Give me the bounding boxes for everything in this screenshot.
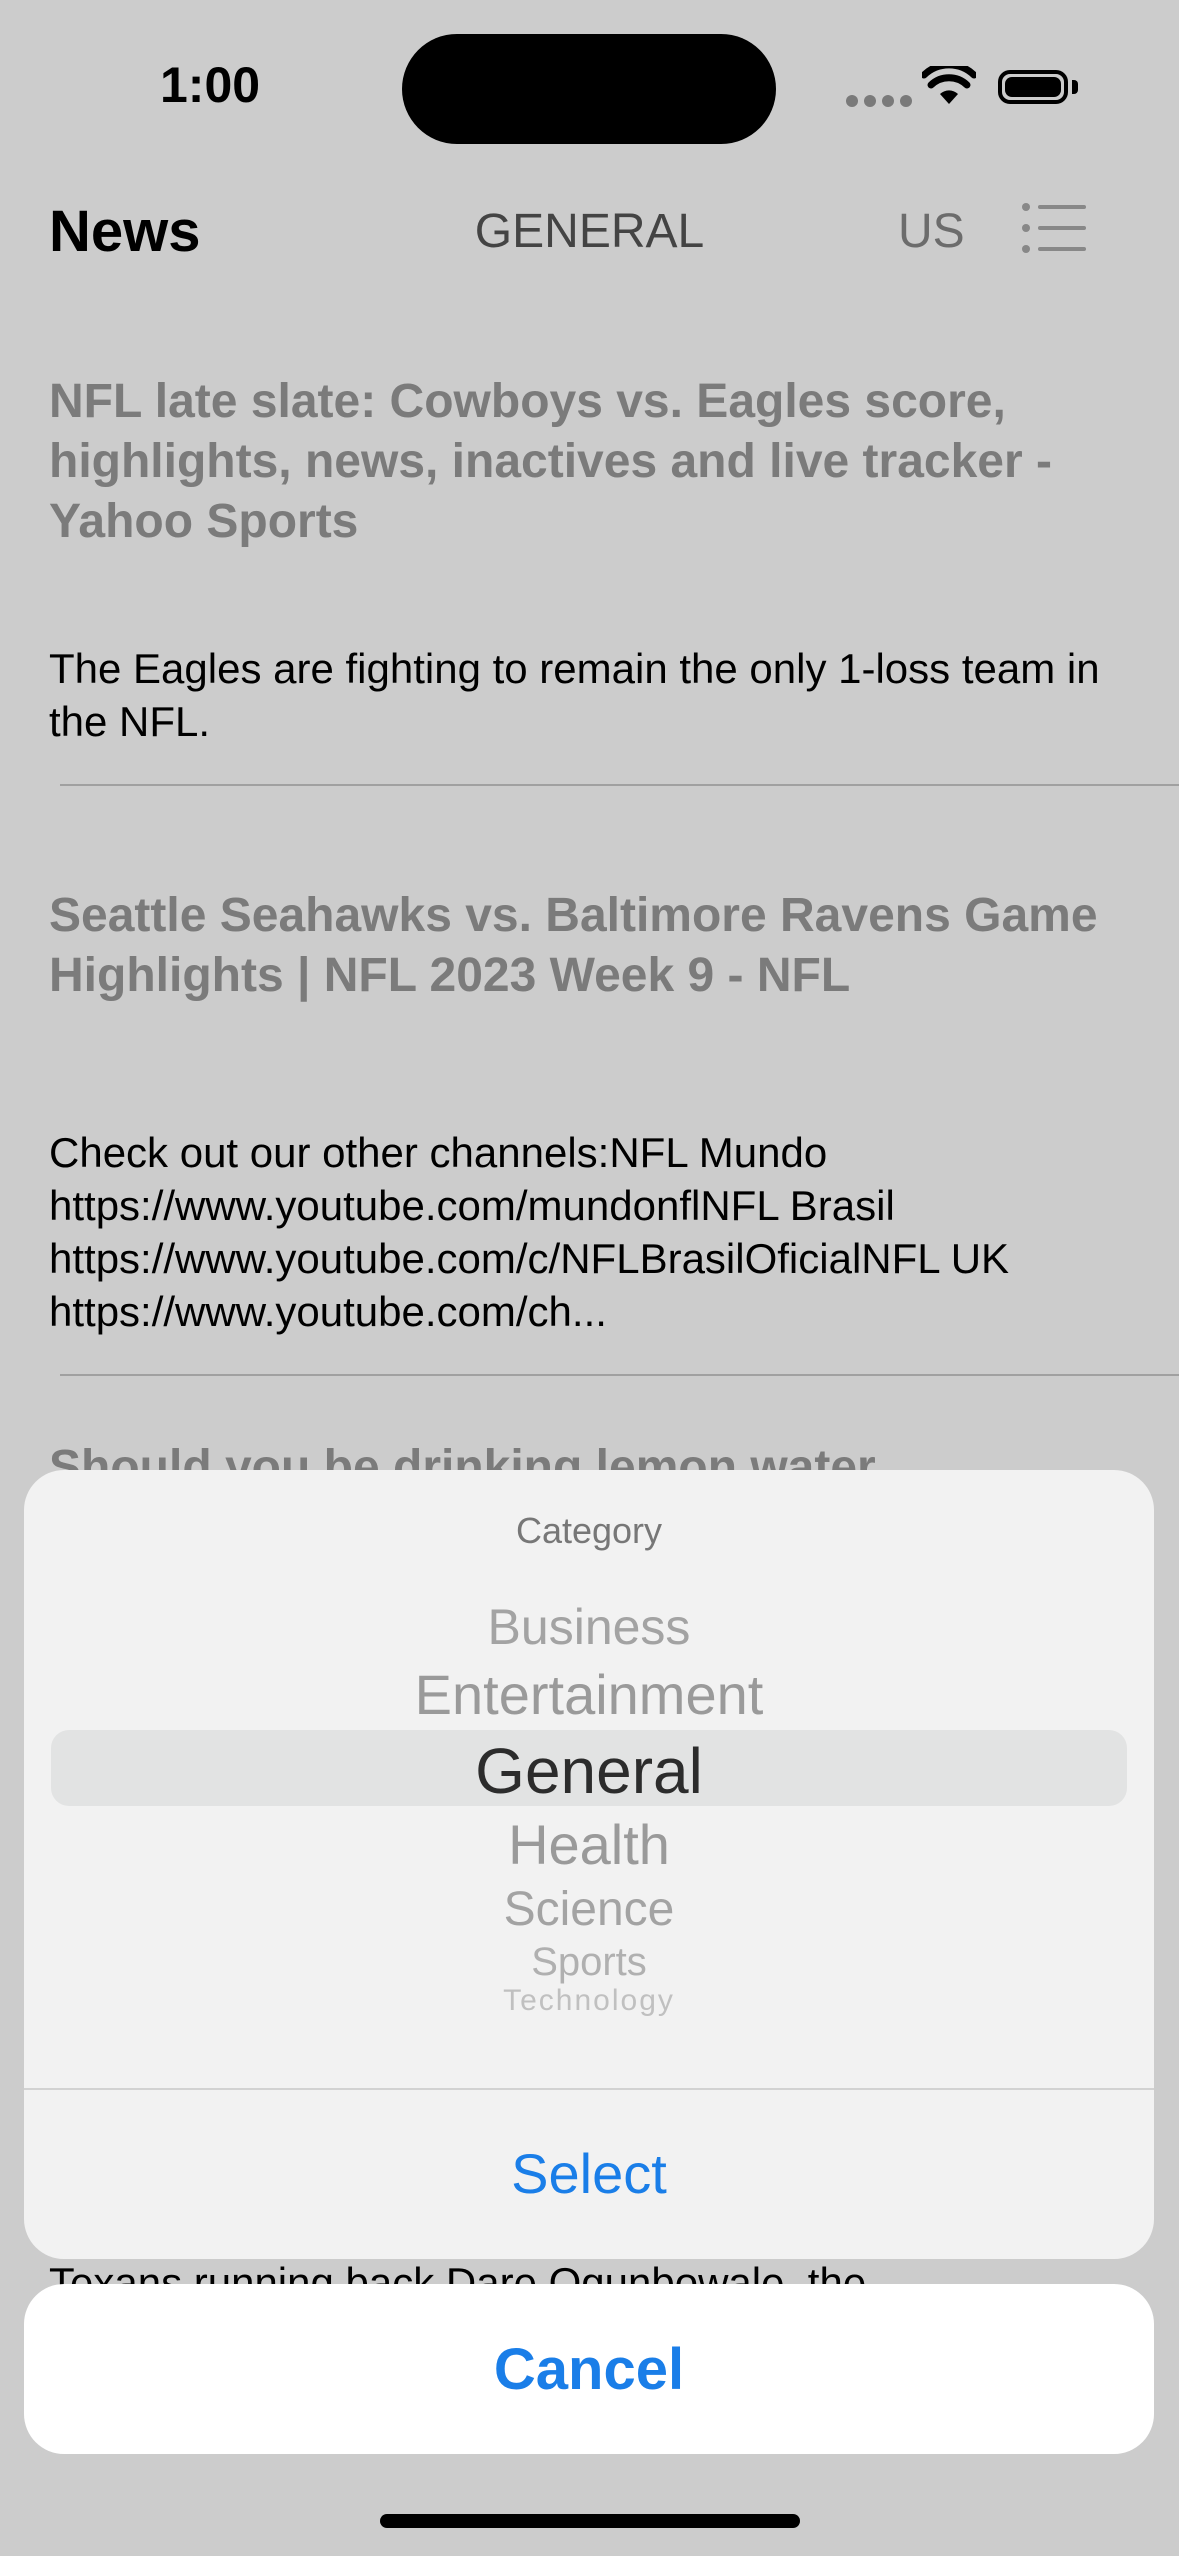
- home-indicator[interactable]: [380, 2514, 800, 2528]
- select-button[interactable]: Select: [24, 2088, 1154, 2259]
- picker-option-technology[interactable]: Technology: [24, 1984, 1154, 2018]
- category-picker-sheet: Category Business Entertainment General …: [24, 1470, 1154, 2259]
- picker-title: Category: [515, 1510, 663, 1551]
- picker-option-health[interactable]: Health: [24, 1812, 1154, 1877]
- picker-option-general[interactable]: General: [24, 1734, 1154, 1808]
- cancel-button[interactable]: Cancel: [24, 2284, 1154, 2454]
- picker-option-science[interactable]: Science: [24, 1882, 1154, 1937]
- picker-option-business[interactable]: Business: [24, 1598, 1154, 1656]
- picker-option-sports[interactable]: Sports: [24, 1940, 1154, 1985]
- picker-option-entertainment[interactable]: Entertainment: [24, 1662, 1154, 1727]
